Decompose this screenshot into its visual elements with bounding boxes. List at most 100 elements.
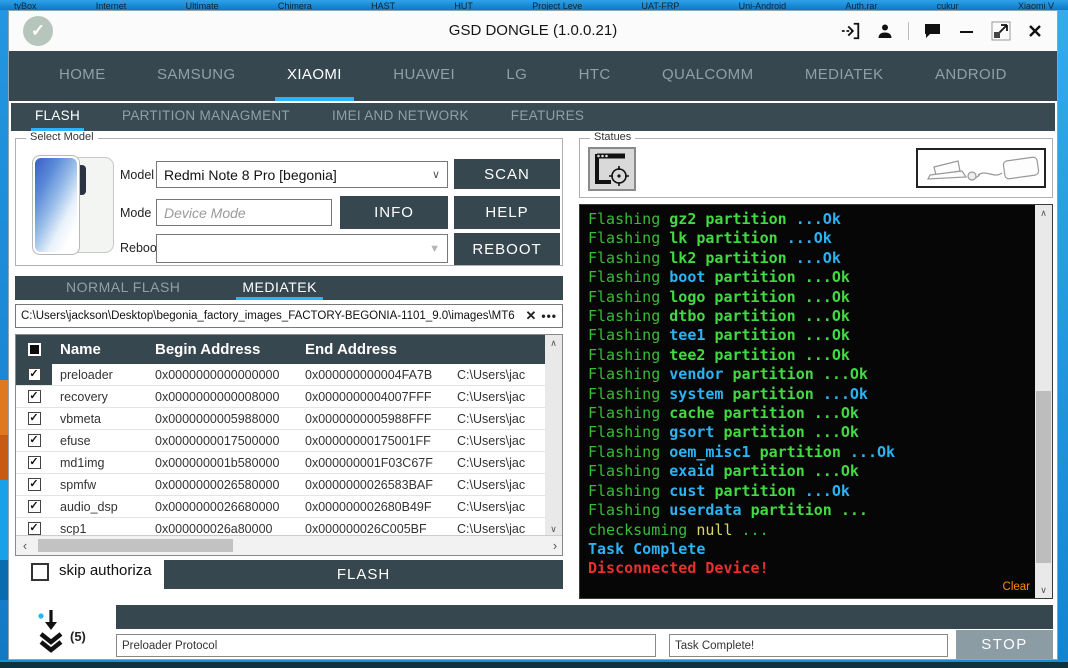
table-row-md1img[interactable]: ✓md1img0x000000001b5800000x000000001F03C… <box>16 452 545 474</box>
table-row-efuse[interactable]: ✓efuse0x00000000175000000x00000000175001… <box>16 430 545 452</box>
mode-input[interactable]: Device Mode <box>156 199 332 226</box>
help-button[interactable]: HELP <box>454 196 560 229</box>
scroll-left-icon[interactable]: ‹ <box>16 536 34 555</box>
console-segment: ...Ok <box>796 210 841 228</box>
column-begin-address[interactable]: Begin Address <box>147 341 297 358</box>
model-select-value: Redmi Note 8 Pro [begonia] <box>164 167 337 183</box>
taskbar-item-hast[interactable]: HAST <box>371 0 395 10</box>
nav-tab-samsung[interactable]: SAMSUNG <box>145 51 248 101</box>
console-line: Flashing vendor partition ...Ok <box>588 365 1032 384</box>
console-segment: userdata <box>669 501 750 519</box>
reboot-select[interactable]: ▼ <box>156 234 448 263</box>
table-row-recovery[interactable]: ✓recovery0x00000000000080000x00000000040… <box>16 386 545 408</box>
cell-name: audio_dsp <box>52 500 147 514</box>
resize-button[interactable] <box>990 20 1011 41</box>
table-row-vbmeta[interactable]: ✓vbmeta0x00000000059880000x0000000005988… <box>16 408 545 430</box>
subnav-tab-partition-managment[interactable]: PARTITION MANAGMENT <box>118 103 294 131</box>
cell-file-path: C:\Users\jac <box>449 478 545 492</box>
nav-tab-mediatek[interactable]: MEDIATEK <box>793 51 896 101</box>
minimize-button[interactable] <box>956 20 977 41</box>
browse-button[interactable]: ••• <box>541 309 557 323</box>
console-scrollbar[interactable]: ∧ ∨ <box>1035 205 1052 598</box>
clear-path-icon[interactable]: ✕ <box>525 308 536 324</box>
taskbar-item-uat-frp[interactable]: UAT-FRP <box>641 0 679 10</box>
row-checkbox[interactable]: ✓ <box>28 434 41 447</box>
console-segment: Task Complete <box>588 540 705 558</box>
info-button[interactable]: INFO <box>340 196 448 229</box>
taskbar-item-auth-rar[interactable]: Auth.rar <box>845 0 877 10</box>
console-segment: cache partition <box>669 404 814 422</box>
flash-button[interactable]: FLASH <box>164 560 563 589</box>
taskbar-item-hut[interactable]: HUT <box>454 0 473 10</box>
row-checkbox[interactable]: ✓ <box>28 390 41 403</box>
taskbar-item-uni-android[interactable]: Uni-Android <box>739 0 787 10</box>
taskbar-item-tybox[interactable]: tyBox <box>14 0 37 10</box>
scrollbar-thumb[interactable] <box>38 539 233 552</box>
select-all-checkbox[interactable] <box>16 343 52 356</box>
protocol-input[interactable]: Preloader Protocol <box>116 634 656 657</box>
cell-file-path: C:\Users\jac <box>449 500 545 514</box>
nav-tab-huawei[interactable]: HUAWEI <box>381 51 467 101</box>
table-row-audio-dsp[interactable]: ✓audio_dsp0x00000000266800000x0000000026… <box>16 496 545 518</box>
stop-button[interactable]: STOP <box>956 630 1053 659</box>
cell-begin-address: 0x0000000026580000 <box>147 478 297 492</box>
row-checkbox[interactable]: ✓ <box>28 368 41 381</box>
console-segment: ...Ok <box>823 385 868 403</box>
nav-tab-home[interactable]: HOME <box>47 51 118 101</box>
user-icon[interactable] <box>874 20 895 41</box>
taskbar-item-internet[interactable]: Internet <box>96 0 127 10</box>
column-end-address[interactable]: End Address <box>297 341 449 358</box>
taskbar-item-xiaomi-v[interactable]: Xiaomi V <box>1018 0 1054 10</box>
scroll-up-icon[interactable]: ∧ <box>545 335 562 351</box>
download-queue-icon[interactable] <box>37 609 65 658</box>
mode-input-placeholder: Device Mode <box>164 205 246 221</box>
nav-tab-android[interactable]: ANDROID <box>923 51 1019 101</box>
skip-auth-checkbox[interactable] <box>31 563 49 581</box>
column-name[interactable]: Name <box>52 341 147 358</box>
subnav-tab-flash[interactable]: FLASH <box>31 103 84 131</box>
subnav-tab-imei-and-network[interactable]: IMEI AND NETWORK <box>328 103 473 131</box>
nav-tab-qualcomm[interactable]: QUALCOMM <box>650 51 766 101</box>
task-status-input[interactable]: Task Complete! <box>669 634 948 657</box>
phone-front <box>32 155 80 255</box>
close-button[interactable] <box>1024 20 1045 41</box>
flash-tab-normal-flash[interactable]: NORMAL FLASH <box>60 276 186 300</box>
subnav-tab-features[interactable]: FEATURES <box>507 103 588 131</box>
flash-tab-mediatek[interactable]: MEDIATEK <box>236 276 323 300</box>
cell-name: spmfw <box>52 478 147 492</box>
firmware-path-input[interactable]: C:\Users\jackson\Desktop\begonia_factory… <box>21 310 520 322</box>
chat-icon[interactable] <box>922 20 943 41</box>
taskbar-item-project-leve[interactable]: Project Leve <box>532 0 582 10</box>
nav-tab-xiaomi[interactable]: XIAOMI <box>275 51 354 101</box>
row-checkbox[interactable]: ✓ <box>28 412 41 425</box>
login-icon[interactable] <box>840 20 861 41</box>
row-checkbox[interactable]: ✓ <box>28 456 41 469</box>
console-segment: partition <box>714 482 804 500</box>
scroll-down-icon[interactable]: ∨ <box>1035 582 1052 598</box>
row-checkbox[interactable]: ✓ <box>28 478 41 491</box>
screen-capture-icon[interactable] <box>588 147 636 191</box>
scan-button[interactable]: SCAN <box>454 159 560 189</box>
console-log[interactable]: Flashing gz2 partition ...OkFlashing lk … <box>579 204 1053 599</box>
nav-tab-lg[interactable]: LG <box>494 51 539 101</box>
nav-tab-htc[interactable]: HTC <box>567 51 623 101</box>
console-segment: tee2 partition <box>669 346 804 364</box>
table-hscrollbar[interactable]: ‹ › <box>16 535 563 555</box>
table-row-preloader[interactable]: ✓preloader0x00000000000000000x0000000000… <box>16 364 545 386</box>
clear-console-button[interactable]: Clear <box>1003 581 1030 593</box>
console-segment: dtbo partition <box>669 307 804 325</box>
scroll-up-icon[interactable]: ∧ <box>1035 205 1052 221</box>
table-row-spmfw[interactable]: ✓spmfw0x00000000265800000x0000000026583B… <box>16 474 545 496</box>
table-vscrollbar[interactable]: ∧ ∨ <box>545 335 562 537</box>
taskbar-item-cukur[interactable]: cukur <box>937 0 959 10</box>
reboot-button[interactable]: REBOOT <box>454 233 560 265</box>
row-checkbox[interactable]: ✓ <box>28 522 41 535</box>
taskbar-item-ultimate[interactable]: Ultimate <box>186 0 219 10</box>
taskbar-item-chimera[interactable]: Chimera <box>278 0 312 10</box>
scrollbar-thumb[interactable] <box>1036 391 1051 563</box>
model-select[interactable]: Redmi Note 8 Pro [begonia] ∨ <box>156 161 448 188</box>
row-checkbox[interactable]: ✓ <box>28 500 41 513</box>
scroll-right-icon[interactable]: › <box>546 536 563 555</box>
partition-table: Name Begin Address End Address ✓preloade… <box>15 334 563 556</box>
console-segment: Flashing <box>588 249 669 267</box>
